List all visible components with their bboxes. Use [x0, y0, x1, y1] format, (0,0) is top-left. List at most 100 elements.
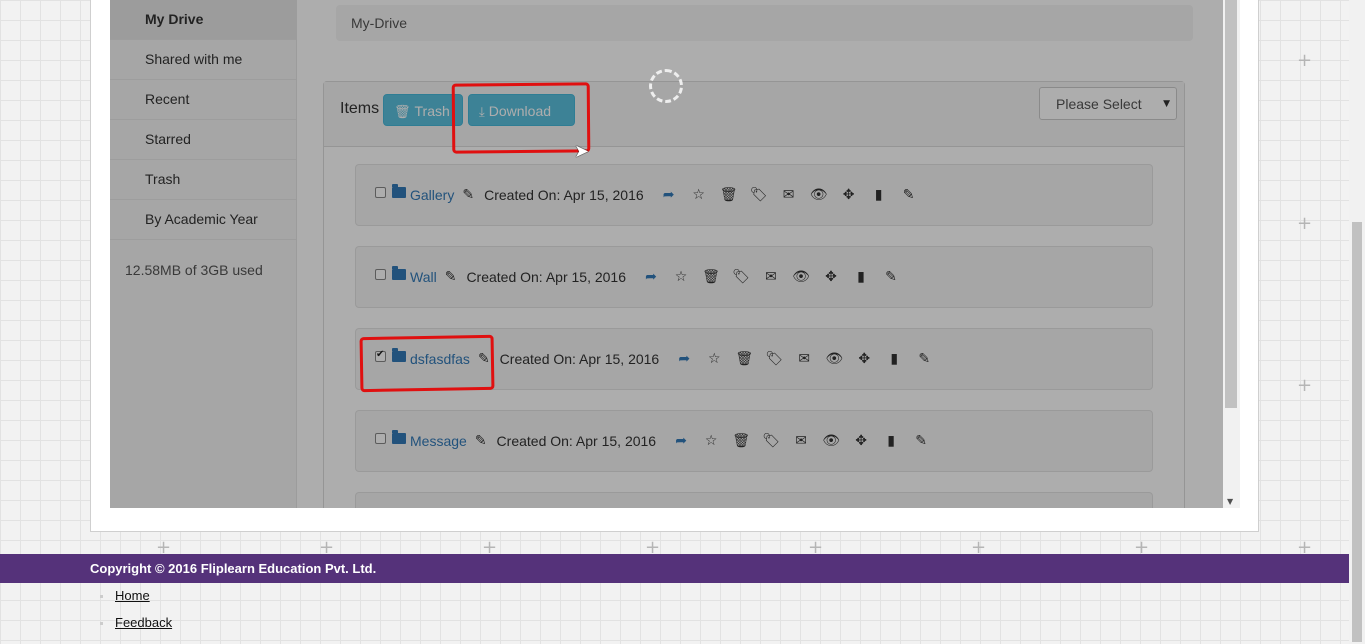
inner-scrollbar[interactable]: ▼ — [1223, 0, 1240, 508]
grid-plus-mark: + — [1297, 213, 1313, 234]
panel-header: Items 🗑 Trash ⤓ Download Please Select ▼ — [324, 82, 1184, 147]
rename-pencil-icon[interactable]: ✎ — [462, 187, 474, 203]
share-icon[interactable]: ➦ — [666, 433, 696, 449]
items-panel: Items 🗑 Trash ⤓ Download Please Select ▼ G… — [323, 81, 1185, 508]
action-select[interactable]: Please Select ▼ — [1039, 87, 1177, 120]
loading-spinner-icon — [649, 69, 683, 103]
page-scrollbar-thumb[interactable] — [1352, 222, 1362, 642]
copy-icon[interactable]: ▮ — [846, 269, 876, 285]
trash-icon[interactable]: 🗑 — [726, 433, 756, 449]
move-icon[interactable]: ✥ — [849, 351, 879, 367]
row-actions: ➦ ☆ 🗑 🏷 ✉ 👁 ✥ ▮ ✎ — [669, 351, 939, 367]
created-date: Created On: Apr 15, 2016 — [496, 433, 657, 449]
footer-link-feedback[interactable]: Feedback — [115, 615, 172, 630]
sidebar-item-recent[interactable]: Recent — [110, 80, 296, 120]
eye-icon[interactable]: 👁 — [804, 187, 834, 203]
folder-name-link[interactable]: Message — [410, 433, 467, 449]
list-bullet — [100, 622, 103, 625]
folder-name-link[interactable]: dsfasdfas — [410, 351, 470, 367]
copy-icon[interactable]: ▮ — [864, 187, 894, 203]
row-actions: ➦ ☆ 🗑 🏷 ✉ 👁 ✥ ▮ ✎ — [666, 433, 936, 449]
trash-icon: 🗑 — [394, 105, 411, 120]
trash-icon[interactable]: 🗑 — [696, 269, 726, 285]
list-bullet — [100, 595, 103, 598]
sidebar-item-my-drive[interactable]: My Drive — [110, 0, 296, 40]
rename-pencil-icon[interactable]: ✎ — [478, 351, 490, 367]
star-icon[interactable]: ☆ — [684, 187, 714, 203]
envelope-icon[interactable]: ✉ — [786, 433, 816, 449]
trash-icon[interactable]: 🗑 — [729, 351, 759, 367]
list-item[interactable]: Message ✎ Created On: Apr 15, 2016 ➦ ☆ 🗑 🏷 ✉ 👁 ✥ ▮… — [355, 410, 1153, 472]
trash-icon[interactable]: 🗑 — [714, 187, 744, 203]
row-content: dsfasdfas ✎ Created On: Apr 15, 2016 ➦ ☆ 🗑 🏷 ✉ 👁… — [410, 329, 939, 389]
list-item[interactable]: dsfasdfas ✎ Created On: Apr 15, 2016 ➦☆🗑🏷✉👁… — [355, 328, 1153, 390]
eye-icon[interactable]: 👁 — [819, 351, 849, 367]
tags-icon[interactable]: 🏷 — [744, 187, 774, 203]
download-button[interactable]: ⤓ Download — [468, 94, 575, 126]
scroll-down-arrow-icon[interactable]: ▼ — [1227, 497, 1233, 506]
envelope-icon[interactable]: ✉ — [756, 269, 786, 285]
row-checkbox[interactable] — [375, 433, 386, 444]
rename-pencil-icon[interactable]: ✎ — [475, 433, 487, 449]
tags-icon[interactable]: 🏷 — [759, 351, 789, 367]
created-date: Created On: Apr 15, 2016 — [466, 269, 626, 285]
rename-pencil-icon[interactable]: ✎ — [445, 269, 457, 285]
folder-icon — [392, 348, 406, 362]
folder-name-link[interactable]: Gallery — [410, 187, 454, 203]
download-icon: ⤓ — [479, 105, 485, 120]
star-icon[interactable]: ☆ — [696, 433, 726, 449]
eye-icon[interactable]: 👁 — [816, 433, 846, 449]
row-content: Gallery ✎ Created On: Apr 15, 2016 ➦ ☆ 🗑 🏷 ✉ 👁 ✥ ▮… — [410, 165, 924, 225]
edit-icon[interactable]: ✎ — [909, 351, 939, 367]
envelope-icon[interactable]: ✉ — [789, 351, 819, 367]
envelope-icon[interactable]: ✉ — [774, 187, 804, 203]
edit-icon[interactable]: ✎ — [906, 433, 936, 449]
folder-icon — [392, 266, 406, 280]
edit-icon[interactable]: ✎ — [894, 187, 924, 203]
list-item[interactable] — [355, 492, 1153, 508]
tags-icon[interactable]: 🏷 — [756, 433, 786, 449]
inner-scrollbar-thumb[interactable] — [1225, 0, 1237, 408]
drive-viewport: My Drive Shared with me Recent Starred T… — [110, 0, 1223, 508]
row-checkbox[interactable] — [375, 349, 386, 362]
move-icon[interactable]: ✥ — [846, 433, 876, 449]
tags-icon[interactable]: 🏷 — [726, 269, 756, 285]
row-actions: ➦ ☆ 🗑 🏷 ✉ 👁 ✥ ▮ ✎ — [636, 269, 906, 285]
move-icon[interactable]: ✥ — [816, 269, 846, 285]
sidebar-item-starred[interactable]: Starred — [110, 120, 296, 160]
eye-icon[interactable]: 👁 — [786, 269, 816, 285]
list-item[interactable]: Wall ✎ Created On: Apr 15, 2016 ➦ ☆ 🗑 🏷 ✉ 👁 ✥ ▮ ✎ — [355, 246, 1153, 308]
mouse-cursor-icon: ➤ — [574, 141, 590, 162]
page-scrollbar[interactable] — [1349, 0, 1365, 644]
share-icon[interactable]: ➦ — [636, 269, 666, 285]
star-icon[interactable]: ☆ — [699, 351, 729, 367]
folder-icon — [392, 430, 406, 444]
footer-link-home[interactable]: Home — [115, 588, 150, 603]
action-select-value: Please Select — [1056, 96, 1142, 112]
row-checkbox[interactable] — [375, 269, 386, 280]
share-icon[interactable]: ➦ — [669, 351, 699, 367]
sidebar-item-shared[interactable]: Shared with me — [110, 40, 296, 80]
row-content: Wall ✎ Created On: Apr 15, 2016 ➦ ☆ 🗑 🏷 ✉ 👁 ✥ ▮ ✎ — [410, 247, 906, 307]
row-checkbox[interactable] — [375, 187, 386, 198]
folder-name-link[interactable]: Wall — [410, 269, 437, 285]
items-label: Items — [340, 100, 380, 117]
copy-icon[interactable]: ▮ — [879, 351, 909, 367]
footer-copyright: Copyright © 2016 Fliplearn Education Pvt… — [0, 554, 1349, 583]
edit-icon[interactable]: ✎ — [876, 269, 906, 285]
grid-plus-mark: + — [1297, 50, 1313, 71]
sidebar-item-trash[interactable]: Trash — [110, 160, 296, 200]
row-content: Message ✎ Created On: Apr 15, 2016 ➦ ☆ 🗑 🏷 ✉ 👁 ✥ ▮… — [410, 411, 936, 471]
copy-icon[interactable]: ▮ — [876, 433, 906, 449]
storage-usage: 12.58MB of 3GB used — [125, 262, 263, 278]
list-item[interactable]: Gallery ✎ Created On: Apr 15, 2016 ➦ ☆ 🗑 🏷 ✉ 👁 ✥ ▮… — [355, 164, 1153, 226]
grid-plus-mark: + — [1297, 375, 1313, 396]
folder-icon — [392, 184, 406, 198]
created-date: Created On: Apr 15, 2016 — [499, 351, 660, 367]
download-button-label: Download — [488, 103, 552, 119]
sidebar-item-academic-year[interactable]: By Academic Year — [110, 200, 296, 240]
trash-button[interactable]: 🗑 Trash — [383, 94, 463, 126]
move-icon[interactable]: ✥ — [834, 187, 864, 203]
star-icon[interactable]: ☆ — [666, 269, 696, 285]
share-icon[interactable]: ➦ — [654, 187, 684, 203]
